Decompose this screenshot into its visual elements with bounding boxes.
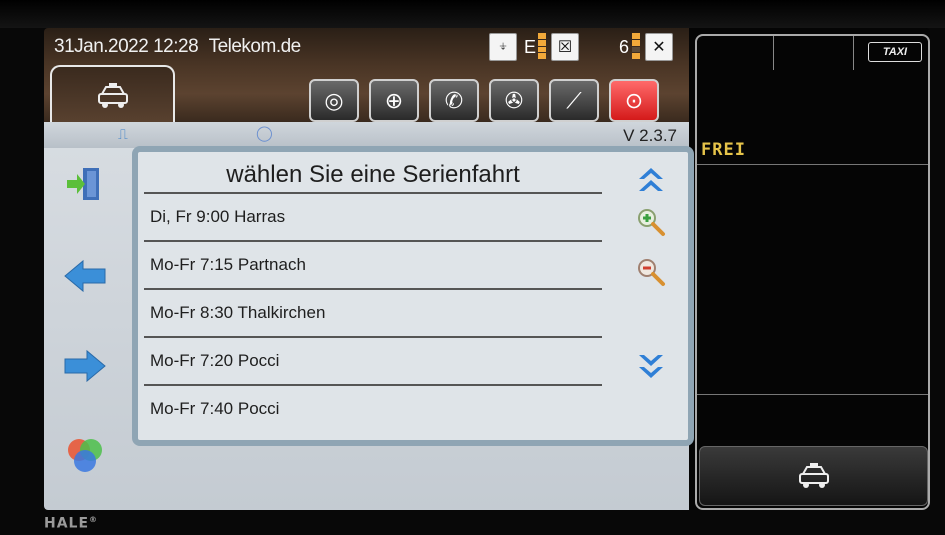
network-icon: ⊕ bbox=[384, 87, 404, 113]
satellite-button[interactable]: ✇ bbox=[489, 79, 539, 122]
list-item[interactable]: Mo-Fr 7:15 Partnach bbox=[144, 242, 602, 290]
lock-icon: ⊙ bbox=[624, 87, 644, 113]
network-button[interactable]: ⊕ bbox=[369, 79, 419, 122]
arrow-left-icon bbox=[64, 259, 106, 293]
satellite-icon: ✇ bbox=[504, 87, 524, 113]
timer-button[interactable]: ◎ bbox=[309, 79, 359, 122]
serienfahrt-list: wählen Sie eine Serienfahrt Di, Fr 9:00 … bbox=[132, 146, 694, 446]
zoom-out-icon bbox=[638, 259, 665, 286]
exit-button[interactable] bbox=[60, 164, 110, 204]
list-content: wählen Sie eine Serienfahrt Di, Fr 9:00 … bbox=[144, 158, 602, 432]
zoom-in-button[interactable] bbox=[628, 202, 674, 242]
segment-divider bbox=[773, 36, 774, 70]
message-icon: ☒ bbox=[551, 33, 579, 61]
list-item[interactable]: Di, Fr 9:00 Harras bbox=[144, 194, 602, 242]
divider-line bbox=[697, 394, 928, 395]
forward-arrow-button[interactable] bbox=[60, 346, 110, 386]
network-status-icon: ⎍ bbox=[118, 126, 128, 142]
version-label: V 2.3.7 bbox=[623, 126, 677, 145]
timer-icon: ◎ bbox=[324, 87, 344, 113]
signal-bars-e bbox=[538, 33, 546, 59]
divider-line bbox=[697, 164, 928, 165]
exit-door-icon bbox=[67, 168, 99, 200]
e-indicator: E bbox=[524, 37, 537, 57]
brand-logo: HALE® bbox=[44, 515, 99, 532]
signal-bars-6 bbox=[632, 33, 640, 59]
list-item[interactable]: Mo-Fr 8:30 Thalkirchen bbox=[144, 290, 602, 338]
zoom-in-icon bbox=[638, 209, 665, 236]
list-item[interactable]: Mo-Fr 7:40 Pocci bbox=[144, 386, 602, 432]
taxi-tab[interactable] bbox=[50, 65, 175, 125]
main-panel: ⎍ ◯ V 2.3.7 wählen Sie eine Serienfahrt … bbox=[44, 122, 694, 510]
device-bezel bbox=[0, 0, 945, 28]
phone-icon: ✆ bbox=[444, 87, 464, 113]
page-up-button[interactable] bbox=[628, 160, 674, 200]
status-label: FREI bbox=[701, 140, 746, 160]
taxi-badge: TAXI bbox=[868, 42, 922, 62]
datetime: 31Jan.2022 12:28 bbox=[54, 36, 199, 57]
meter-panel: TAXI FREI bbox=[695, 34, 930, 510]
list-item[interactable]: Mo-Fr 7:20 Pocci bbox=[144, 338, 602, 386]
tools-button[interactable]: ⟋ bbox=[549, 79, 599, 122]
header-info: 31Jan.2022 12:28 Telekom.de bbox=[54, 36, 307, 58]
double-chevron-up-icon bbox=[639, 168, 663, 191]
satellite-status-icon: ✕ bbox=[645, 33, 673, 61]
taxi-button[interactable] bbox=[699, 446, 928, 506]
network-name: Telekom.de bbox=[208, 36, 302, 57]
chat-icon: ◯ bbox=[256, 125, 273, 142]
color-circles-icon bbox=[68, 439, 102, 472]
color-button[interactable] bbox=[60, 436, 110, 476]
segment-divider bbox=[853, 36, 854, 70]
header-bar: 31Jan.2022 12:28 Telekom.de ⍖ E ☒ 6 ✕ ◎ … bbox=[44, 28, 689, 125]
list-title: wählen Sie eine Serienfahrt bbox=[144, 158, 602, 194]
gps-icon: ⍖ bbox=[489, 33, 517, 61]
phone-button[interactable]: ✆ bbox=[429, 79, 479, 122]
back-arrow-button[interactable] bbox=[60, 256, 110, 296]
lock-button[interactable]: ⊙ bbox=[609, 79, 659, 122]
taxi-car-icon bbox=[798, 463, 829, 488]
zoom-out-button[interactable] bbox=[628, 252, 674, 292]
arrow-right-icon bbox=[64, 349, 106, 383]
taximeter-screen: 31Jan.2022 12:28 Telekom.de ⍖ E ☒ 6 ✕ ◎ … bbox=[44, 28, 930, 510]
six-indicator: 6 bbox=[619, 37, 630, 57]
page-down-button[interactable] bbox=[628, 346, 674, 386]
toolbar: ◎ ⊕ ✆ ✇ ⟋ ⊙ bbox=[309, 79, 659, 122]
info-strip: ⎍ ◯ V 2.3.7 bbox=[44, 122, 689, 148]
double-chevron-down-icon bbox=[639, 355, 663, 378]
tools-icon: ⟋ bbox=[566, 87, 582, 113]
taxi-car-icon bbox=[97, 83, 128, 108]
